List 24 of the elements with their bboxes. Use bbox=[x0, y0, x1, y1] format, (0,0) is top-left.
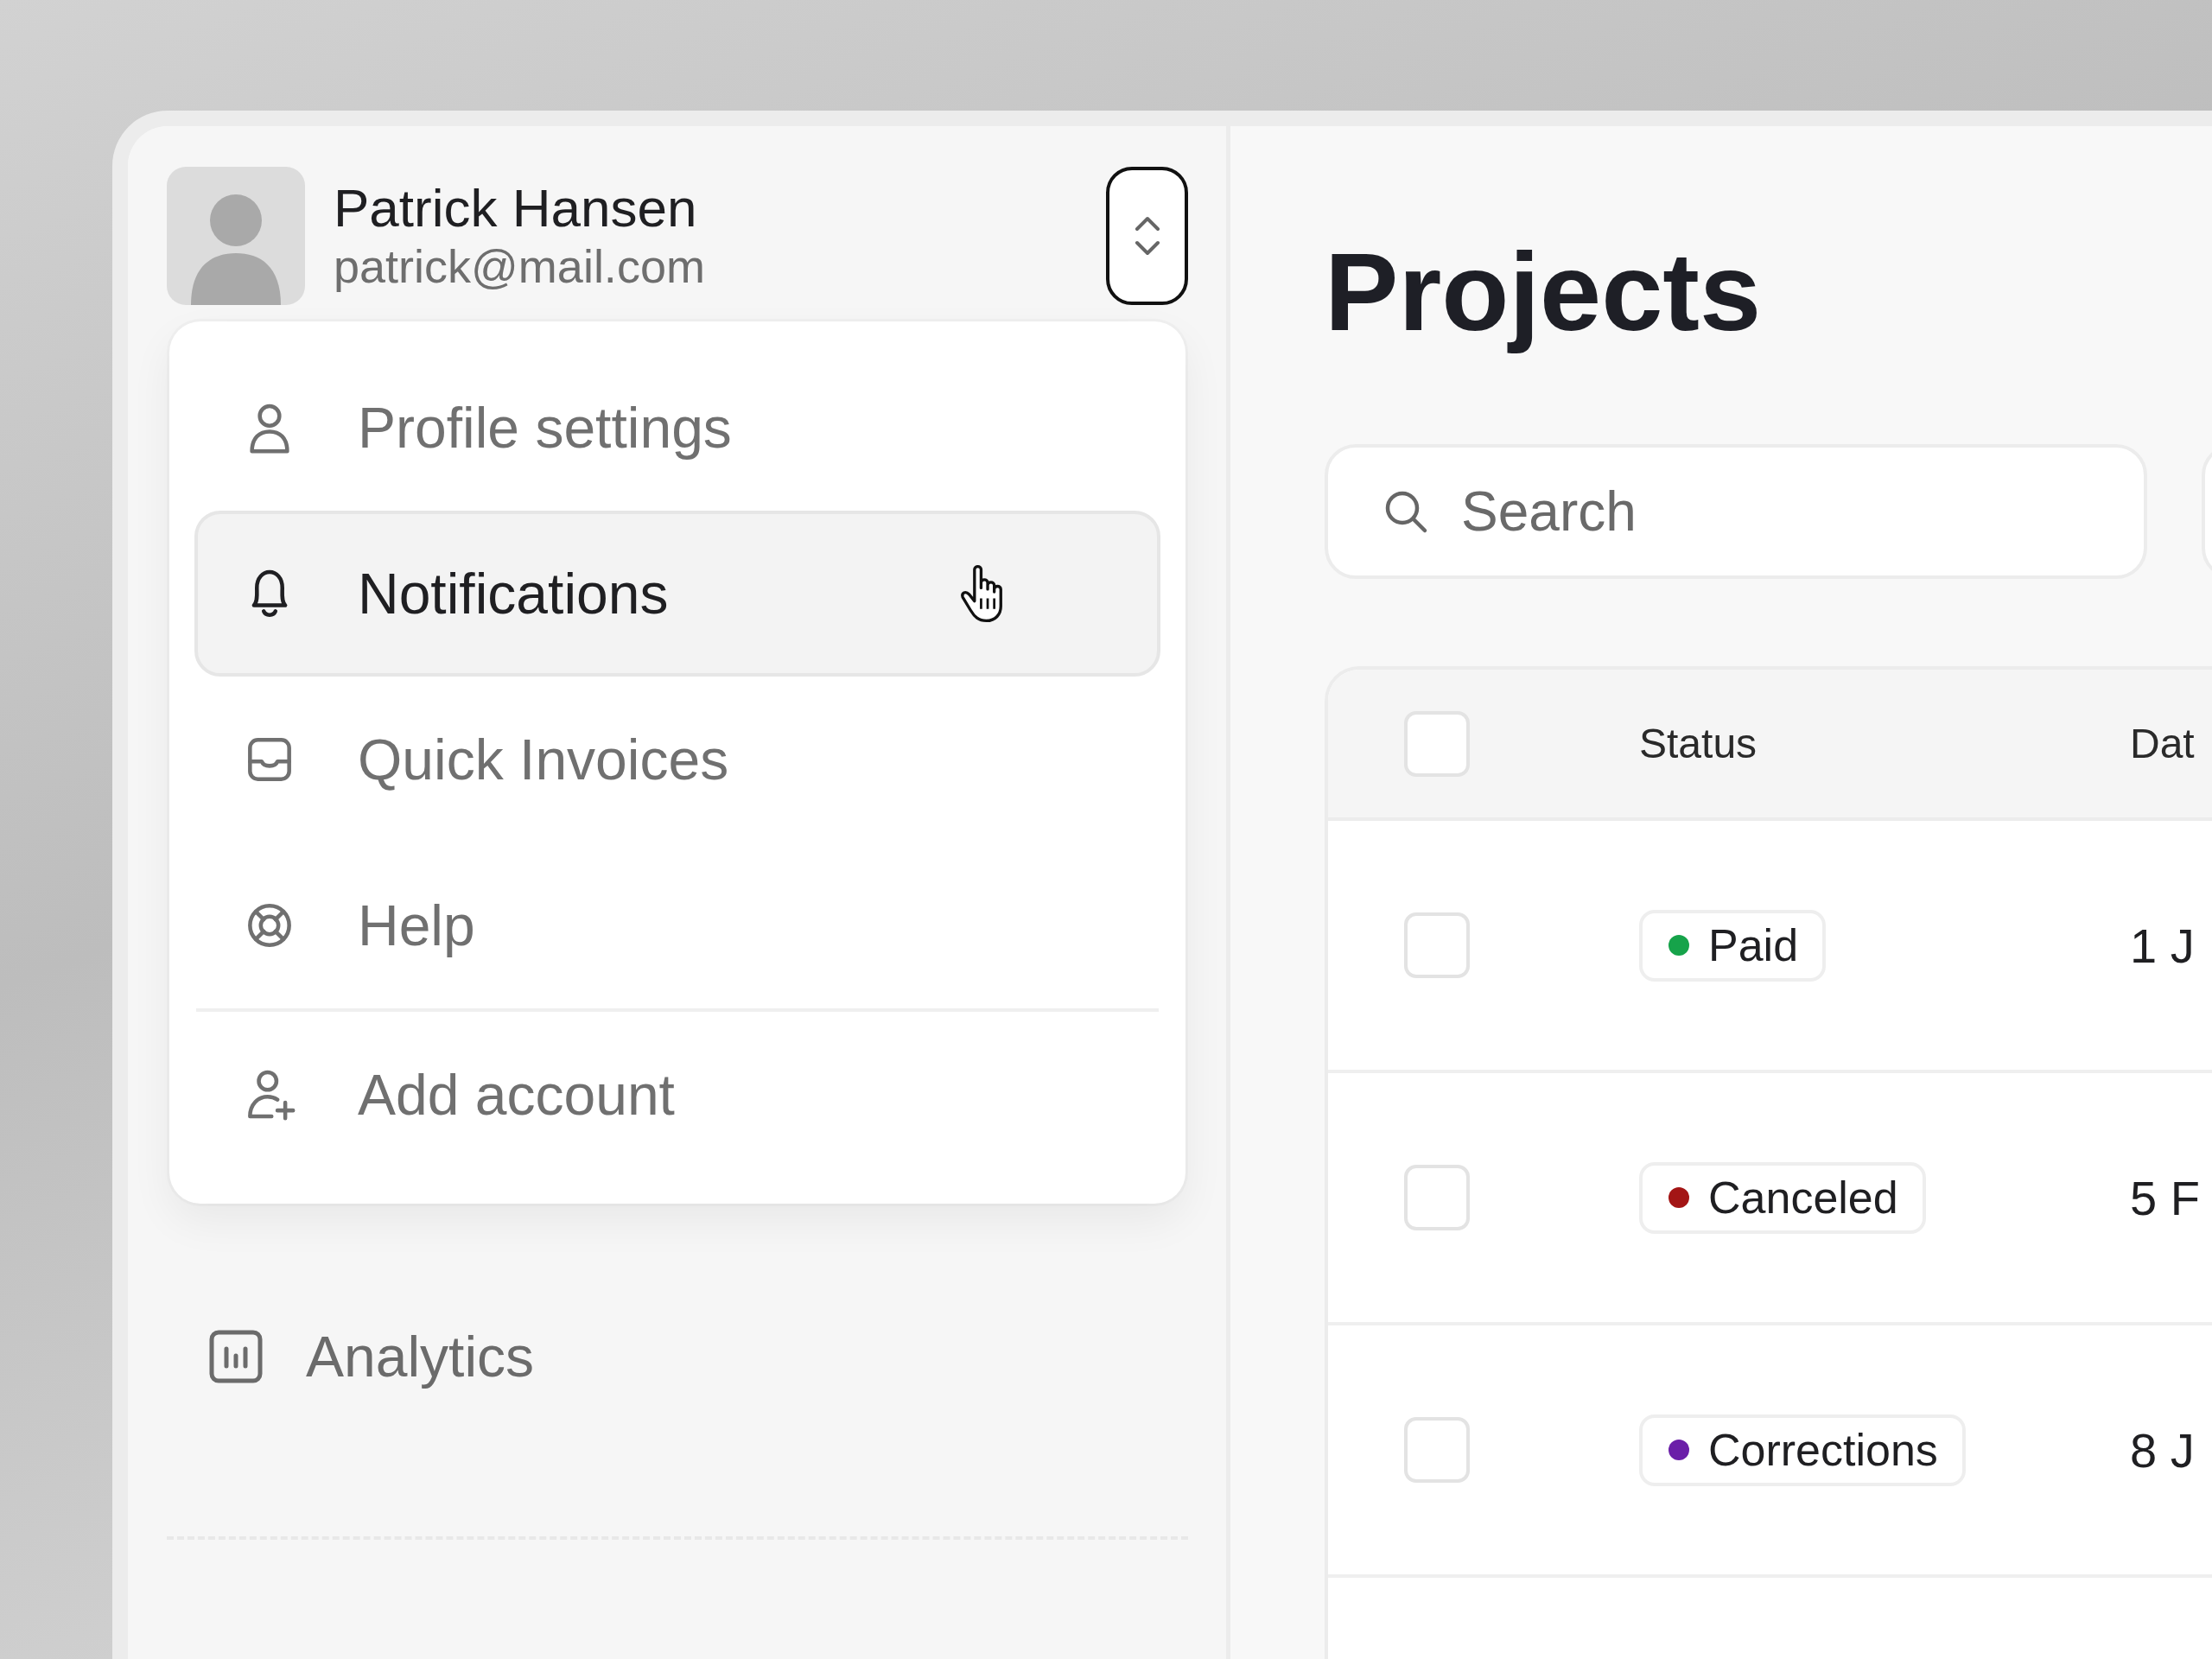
menu-item[interactable]: Notifications bbox=[194, 511, 1160, 677]
account-name: Patrick Hansen bbox=[334, 176, 698, 239]
menu-item[interactable]: Quick Invoices bbox=[194, 677, 1160, 842]
row-checkbox[interactable] bbox=[1404, 1417, 1470, 1483]
date-cell: 8 J bbox=[2130, 1421, 2195, 1478]
row-checkbox[interactable] bbox=[1404, 1165, 1470, 1230]
account-email: patrick@mail.com bbox=[334, 239, 705, 295]
row-checkbox[interactable] bbox=[1404, 912, 1470, 978]
menu-item[interactable]: Profile settings bbox=[194, 345, 1160, 511]
select-all-checkbox[interactable] bbox=[1404, 710, 1470, 777]
page-title: Projects bbox=[1325, 229, 1763, 355]
status-badge: Paid bbox=[1639, 909, 1827, 982]
status-badge: Corrections bbox=[1639, 1414, 1966, 1486]
column-header: Status bbox=[1639, 720, 1758, 767]
chart-icon bbox=[209, 1330, 263, 1383]
menu-item[interactable]: Add account bbox=[194, 1012, 1160, 1178]
status-badge: Canceled bbox=[1639, 1161, 1926, 1234]
search-field[interactable]: Search bbox=[1325, 444, 2147, 579]
date-cell: 5 F bbox=[2130, 1169, 2200, 1226]
account-switcher-button[interactable] bbox=[1106, 167, 1188, 305]
date-cell: 1 J bbox=[2130, 917, 2195, 974]
menu-item[interactable]: Help bbox=[194, 842, 1160, 1008]
column-header: Dat bbox=[2130, 720, 2195, 767]
sidebar-item[interactable]: Analytics bbox=[167, 1324, 535, 1389]
